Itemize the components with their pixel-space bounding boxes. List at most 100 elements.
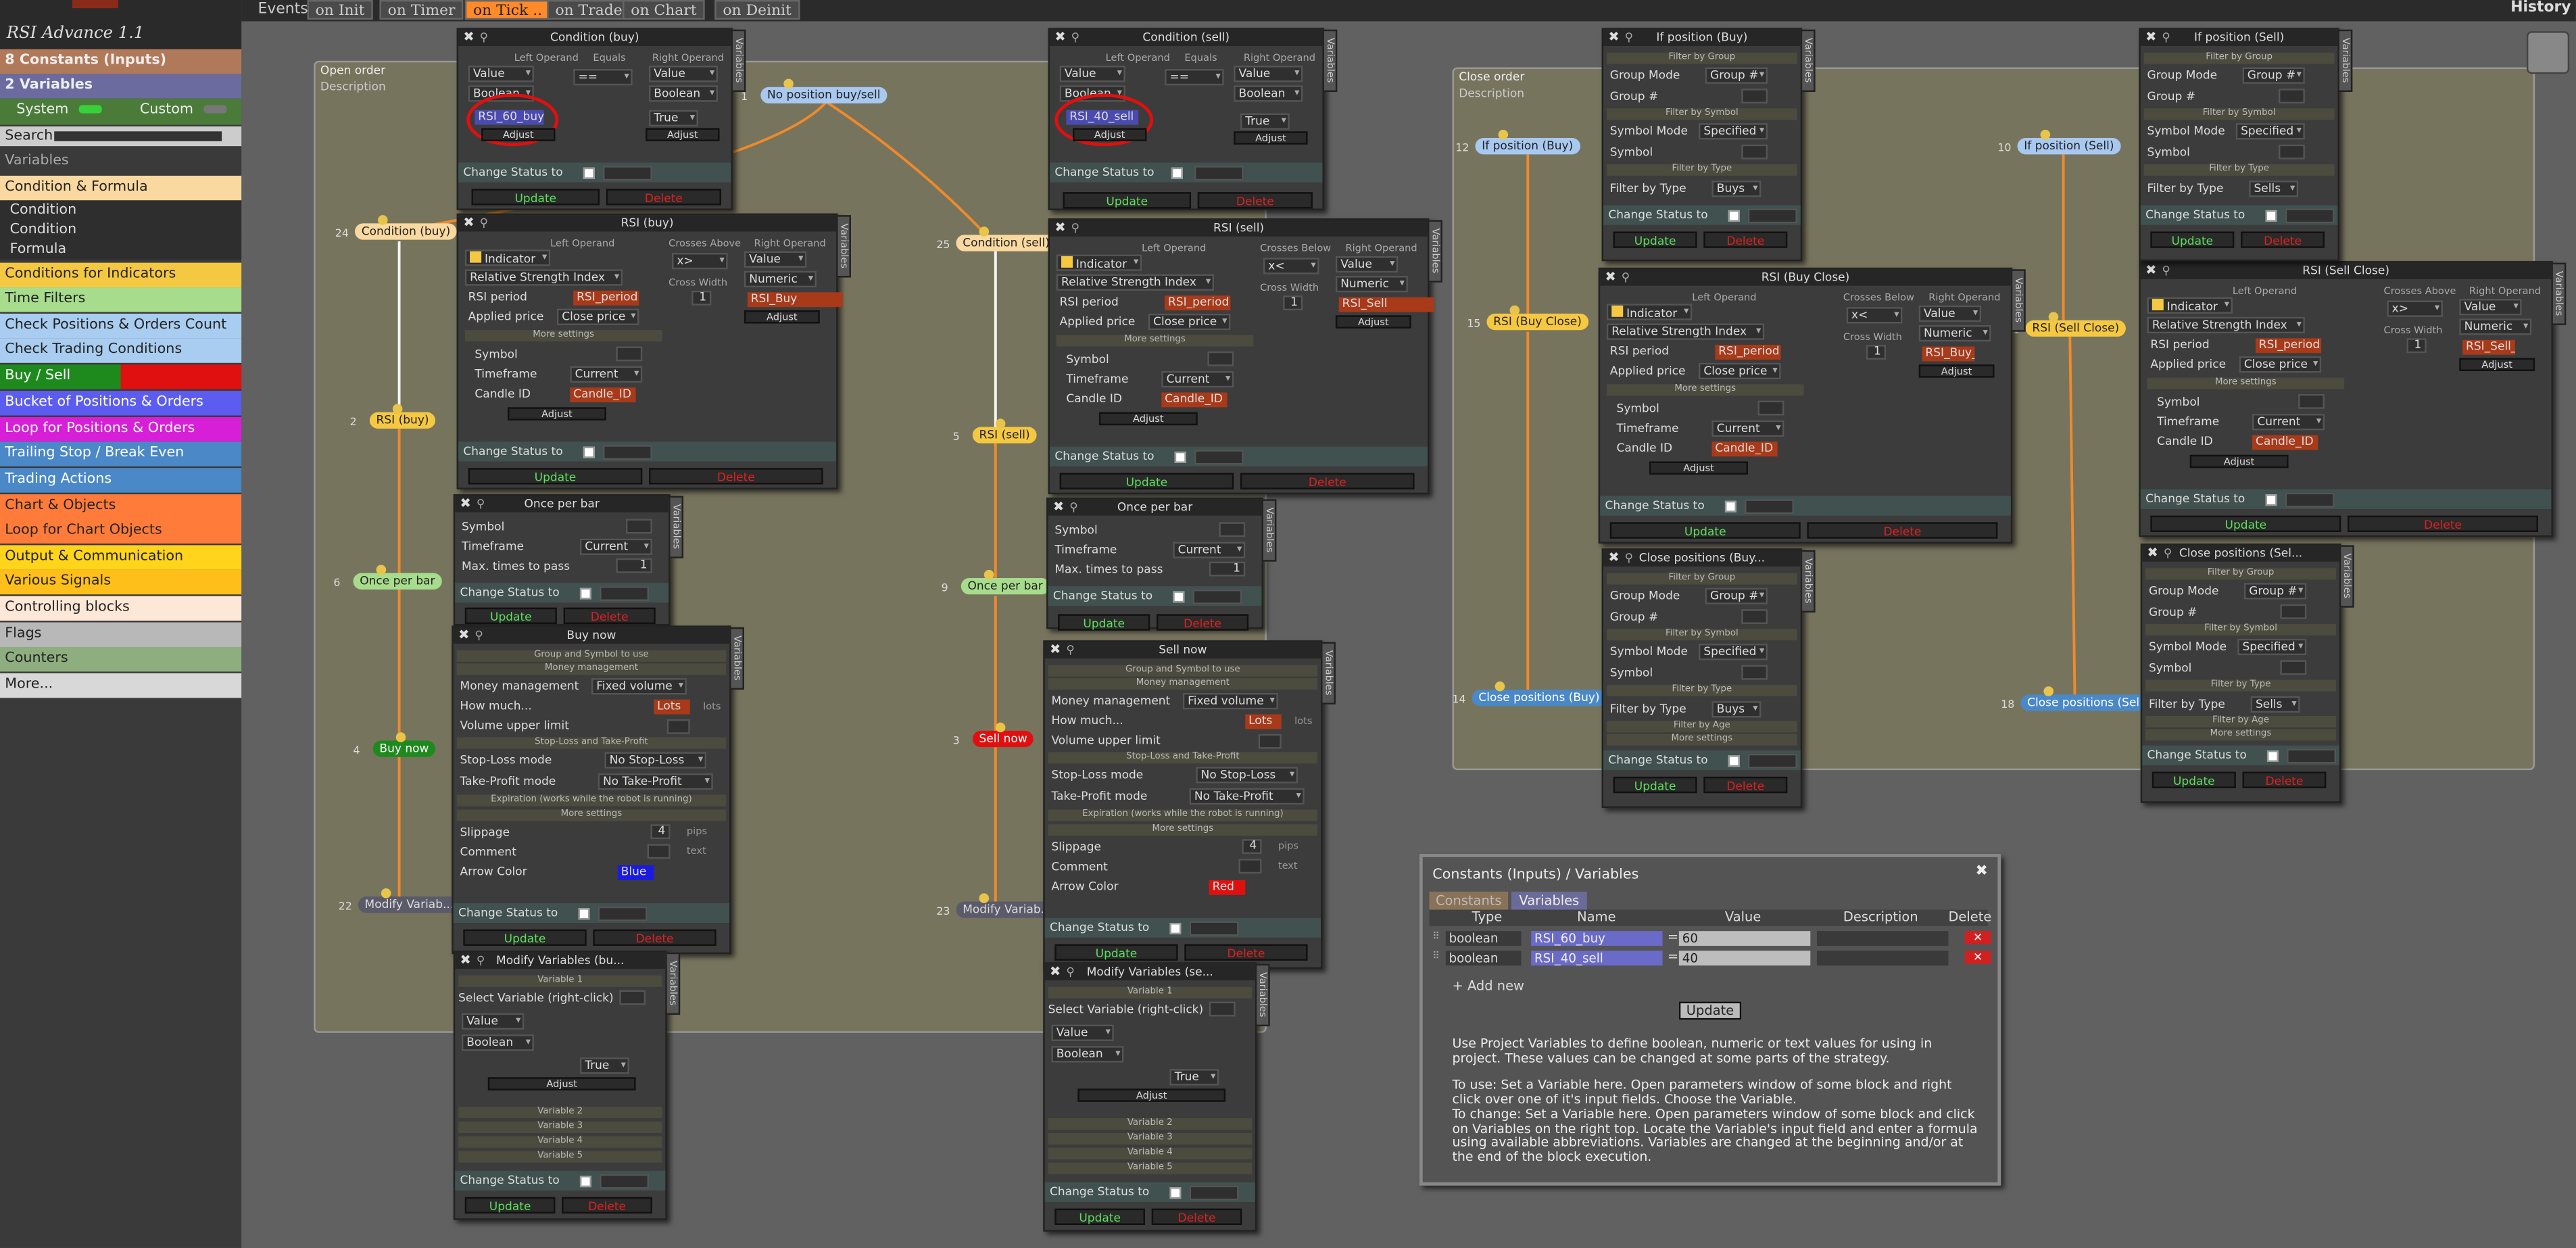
group-mode-select[interactable]: Group # xyxy=(2243,583,2307,600)
delete-button[interactable]: Delete xyxy=(1240,473,1415,489)
right-type-select[interactable]: Value xyxy=(1335,256,1399,273)
cross-operator-select[interactable]: x< xyxy=(1846,307,1903,324)
right-variable-field[interactable]: RSI_Buy xyxy=(747,292,843,308)
change-status-checkbox[interactable] xyxy=(2265,210,2277,222)
right-type-select[interactable]: Value xyxy=(1234,66,1303,82)
variables-tab[interactable]: Variables xyxy=(1255,963,1270,1027)
lots-field[interactable]: Lots xyxy=(1245,714,1282,729)
section-header[interactable]: Expiration (works while the robot is run… xyxy=(456,794,727,807)
filter-group-header[interactable]: Filter by Group xyxy=(2143,52,2335,64)
variable-header[interactable]: Variable 3 xyxy=(1048,1132,1252,1145)
update-button[interactable]: Update xyxy=(464,1197,556,1214)
delete-button[interactable]: Delete xyxy=(2242,771,2327,788)
variables-tab[interactable]: Variables xyxy=(731,29,746,93)
node-label[interactable]: RSI (Sell Close) xyxy=(2025,320,2126,337)
max-times-field[interactable]: 1 xyxy=(1209,561,1246,577)
pin-icon[interactable]: ⚲ xyxy=(480,215,488,231)
type-cell[interactable]: boolean xyxy=(1445,951,1522,966)
update-button[interactable]: Update xyxy=(1063,192,1192,209)
close-icon[interactable]: ✖ xyxy=(1975,864,1987,880)
symbol-field[interactable] xyxy=(2278,144,2305,160)
change-status-checkbox[interactable] xyxy=(583,167,595,179)
value-type-select[interactable]: Value xyxy=(461,1013,525,1030)
timeframe-select[interactable]: Current xyxy=(2252,414,2325,431)
left-adjust-button[interactable]: Adjust xyxy=(2189,454,2289,469)
indicator-select[interactable]: Relative Strength Index xyxy=(1056,274,1215,291)
node-output-connector[interactable] xyxy=(783,78,794,89)
node-output-connector[interactable] xyxy=(979,893,990,903)
right-type-select[interactable]: Value xyxy=(744,251,807,268)
close-icon[interactable]: ✖ xyxy=(1050,642,1061,658)
indicator-type-select[interactable]: Indicator xyxy=(1606,304,1693,320)
pin-icon[interactable]: ⚲ xyxy=(1069,499,1077,515)
node-label[interactable]: Close positions (Buy) xyxy=(1472,690,1607,706)
value-type-select[interactable]: Value xyxy=(1051,1024,1114,1041)
indicator-select[interactable]: Relative Strength Index xyxy=(1606,323,1765,340)
group-number-field[interactable] xyxy=(2278,89,2305,104)
comment-field[interactable] xyxy=(1238,859,1262,874)
right-variable-field[interactable]: RSI_Buy_Close xyxy=(1922,346,1975,362)
filter-type-select[interactable]: Sells xyxy=(2250,696,2300,713)
comment-field[interactable] xyxy=(647,844,671,859)
node-label[interactable]: Once per bar xyxy=(353,573,442,590)
window-titlebar[interactable]: ✖ ⚲ Close positions (Sel... xyxy=(2142,545,2339,562)
timeframe-select[interactable]: Current xyxy=(1173,542,1246,558)
variable-header[interactable]: Variable 4 xyxy=(1048,1147,1252,1159)
variables-tab[interactable]: Variables xyxy=(2010,269,2026,332)
node-label[interactable]: Close positions (Sel... xyxy=(2020,694,2158,711)
group-mode-select[interactable]: Group # xyxy=(2242,67,2305,84)
status-field[interactable] xyxy=(602,166,652,181)
filter-group-header[interactable]: Filter by Group xyxy=(1606,52,1797,64)
close-icon[interactable]: ✖ xyxy=(463,215,474,231)
close-icon[interactable]: ✖ xyxy=(1050,964,1061,980)
right-adjust-button[interactable]: Adjust xyxy=(1335,315,1411,329)
candle-id-field[interactable]: Candle_ID xyxy=(570,387,636,403)
pin-icon[interactable]: ⚲ xyxy=(1066,964,1074,980)
window-titlebar[interactable]: ✖ ⚲ Once per bar xyxy=(1048,499,1262,516)
symbol-field[interactable] xyxy=(2298,393,2325,409)
change-status-checkbox[interactable] xyxy=(2265,494,2277,506)
node-output-connector[interactable] xyxy=(2040,129,2051,140)
update-button[interactable]: Update xyxy=(2152,771,2236,788)
change-status-checkbox[interactable] xyxy=(578,908,590,920)
indicator-type-select[interactable]: Indicator xyxy=(2147,297,2233,314)
left-adjust-button[interactable]: Adjust xyxy=(1073,128,1147,141)
timeframe-select[interactable]: Current xyxy=(1161,370,1234,388)
close-icon[interactable]: ✖ xyxy=(2147,545,2158,561)
variable-1-header[interactable]: Variable 1 xyxy=(1048,986,1252,999)
node-label[interactable]: If position (Buy) xyxy=(1475,138,1580,155)
close-icon[interactable]: ✖ xyxy=(2145,30,2156,46)
close-icon[interactable]: ✖ xyxy=(458,627,469,644)
status-field[interactable] xyxy=(1189,1185,1239,1201)
value-cell[interactable]: 40 xyxy=(1678,951,1811,966)
update-button[interactable]: Update xyxy=(471,189,600,206)
variable-header[interactable]: Variable 5 xyxy=(458,1151,662,1163)
variable-header[interactable]: Variable 5 xyxy=(1048,1162,1252,1174)
arrow-color-select[interactable]: Blue xyxy=(617,865,654,880)
more-settings-header[interactable]: More settings xyxy=(464,330,662,342)
cross-width-field[interactable]: 1 xyxy=(691,290,712,306)
right-type-select[interactable]: Value xyxy=(1918,305,1982,322)
filter-type-header[interactable]: Filter by Type xyxy=(2145,679,2337,692)
delete-button[interactable]: Delete xyxy=(563,607,656,624)
left-adjust-button[interactable]: Adjust xyxy=(507,407,606,421)
filter-group-header[interactable]: Filter by Group xyxy=(1606,573,1797,585)
slippage-field[interactable]: 4 xyxy=(650,824,671,840)
section-header[interactable]: Group and Symbol to use xyxy=(1048,665,1318,677)
group-mode-select[interactable]: Group # xyxy=(1705,587,1768,604)
symbol-field[interactable] xyxy=(1207,351,1234,366)
update-button[interactable]: Update xyxy=(463,929,587,946)
value-kind-select[interactable]: Boolean xyxy=(1051,1046,1124,1063)
delete-button[interactable]: Delete xyxy=(562,1197,652,1214)
update-button[interactable]: Update xyxy=(1054,1208,1145,1225)
node-output-connector[interactable] xyxy=(995,418,1006,429)
update-button[interactable]: Update xyxy=(1678,1001,1742,1020)
filter-age-header[interactable]: Filter by Age xyxy=(2145,716,2337,728)
more-settings-header[interactable]: More settings xyxy=(1606,734,1797,746)
tab-constants[interactable]: Constants xyxy=(1429,891,1509,910)
update-button[interactable]: Update xyxy=(2150,231,2235,248)
node-output-connector[interactable] xyxy=(983,569,994,580)
section-header[interactable]: More settings xyxy=(456,809,727,821)
variables-tab[interactable]: Variables xyxy=(2337,29,2353,93)
right-kind-select[interactable]: Numeric xyxy=(1918,325,1991,342)
